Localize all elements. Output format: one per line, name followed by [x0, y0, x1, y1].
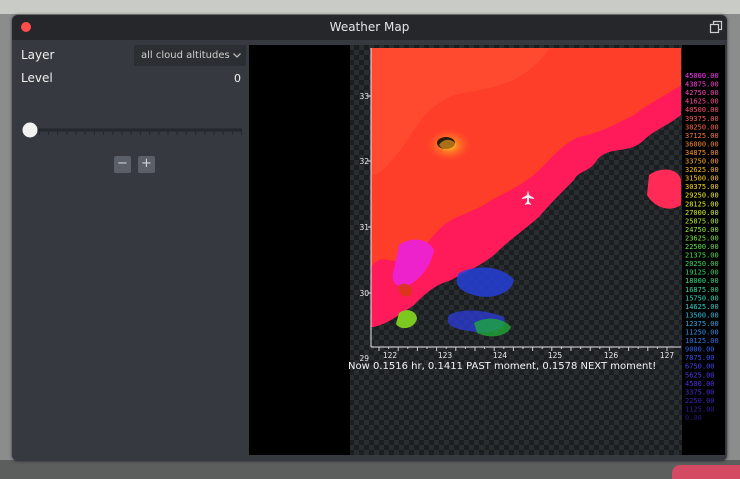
legend-label: 32625.00	[685, 166, 719, 174]
desktop-background	[0, 0, 740, 14]
weather-map-area[interactable]: 33 32 31 30 29 122 123 124 125 126 127 4…	[249, 45, 725, 455]
level-slider[interactable]	[22, 122, 244, 138]
level-label: Level	[21, 71, 53, 85]
legend-label: 38250.00	[685, 123, 719, 131]
layer-select[interactable]: all cloud altitudes	[134, 45, 246, 66]
legend-label: 41625.00	[685, 98, 719, 106]
level-value: 0	[234, 72, 241, 85]
legend-label: 28125.00	[685, 200, 719, 208]
status-text: Now 0.1516 hr, 0.1411 PAST moment, 0.157…	[348, 361, 657, 372]
legend-label: 39375.00	[685, 115, 719, 123]
weather-map-window: Weather Map Layer all cloud altitudes Le…	[12, 15, 727, 461]
legend-label: 29250.00	[685, 192, 719, 200]
legend-label: 11250.00	[685, 329, 719, 337]
y-tick-31: 31	[359, 223, 369, 232]
legend-label: 22500.00	[685, 243, 719, 251]
control-panel: Layer all cloud altitudes Level 0 − +	[12, 40, 247, 461]
legend-label: 2250.00	[685, 397, 715, 405]
legend-label: 6750.00	[685, 363, 715, 371]
legend-label: 10125.00	[685, 337, 719, 345]
legend-label: 12375.00	[685, 320, 719, 328]
legend-label: 36000.00	[685, 140, 719, 148]
legend-label: 33750.00	[685, 158, 719, 166]
legend-label: 43875.00	[685, 81, 719, 89]
slider-thumb[interactable]	[22, 122, 38, 138]
chevron-down-icon	[233, 53, 241, 58]
legend-label: 23625.00	[685, 234, 719, 242]
legend-label: 19125.00	[685, 269, 719, 277]
legend-label: 15750.00	[685, 294, 719, 302]
y-tick-32: 32	[359, 157, 369, 166]
legend-label: 7875.00	[685, 354, 715, 362]
legend-label: 42750.00	[685, 89, 719, 97]
legend-label: 27000.00	[685, 209, 719, 217]
legend-label: 4500.00	[685, 380, 715, 388]
legend-label: 9000.00	[685, 346, 715, 354]
legend-label: 14625.00	[685, 303, 719, 311]
decrement-button[interactable]: −	[114, 156, 131, 173]
x-tick-125: 125	[548, 351, 563, 360]
x-tick-127: 127	[660, 351, 675, 360]
layer-label: Layer	[21, 48, 55, 62]
legend-label: 5625.00	[685, 371, 715, 379]
desktop-object	[672, 465, 740, 479]
y-tick-30: 30	[359, 289, 369, 298]
restore-icon[interactable]	[709, 20, 723, 34]
legend-label: 30375.00	[685, 183, 719, 191]
y-tick-33: 33	[359, 92, 369, 101]
x-tick-122: 122	[383, 351, 398, 360]
legend-label: 45000.00	[685, 72, 719, 80]
legend-label: 25875.00	[685, 217, 719, 225]
weather-map[interactable]: 33 32 31 30 29 122 123 124 125 126 127 4…	[249, 45, 725, 455]
x-tick-124: 124	[493, 351, 508, 360]
legend-label: 16875.00	[685, 286, 719, 294]
layer-select-value: all cloud altitudes	[141, 50, 230, 61]
increment-button[interactable]: +	[138, 156, 155, 173]
legend-label: 20250.00	[685, 260, 719, 268]
legend-label: 40500.00	[685, 106, 719, 114]
slider-ticks	[29, 131, 243, 135]
desktop-floor	[0, 460, 740, 479]
legend-label: 34875.00	[685, 149, 719, 157]
x-tick-123: 123	[438, 351, 453, 360]
title-bar[interactable]: Weather Map	[12, 15, 727, 40]
legend-label: 3375.00	[685, 388, 715, 396]
x-tick-126: 126	[604, 351, 619, 360]
legend-label: 0.00	[685, 414, 702, 422]
legend-label: 18000.00	[685, 277, 719, 285]
legend-label: 37125.00	[685, 132, 719, 140]
legend-label: 13500.00	[685, 311, 719, 319]
legend-label: 21375.00	[685, 252, 719, 260]
window-title: Weather Map	[329, 20, 410, 34]
altitude-legend: 45000.0043875.0042750.0041625.0040500.00…	[685, 72, 719, 422]
legend-label: 24750.00	[685, 226, 719, 234]
legend-label: 31500.00	[685, 175, 719, 183]
legend-label: 1125.00	[685, 405, 715, 413]
